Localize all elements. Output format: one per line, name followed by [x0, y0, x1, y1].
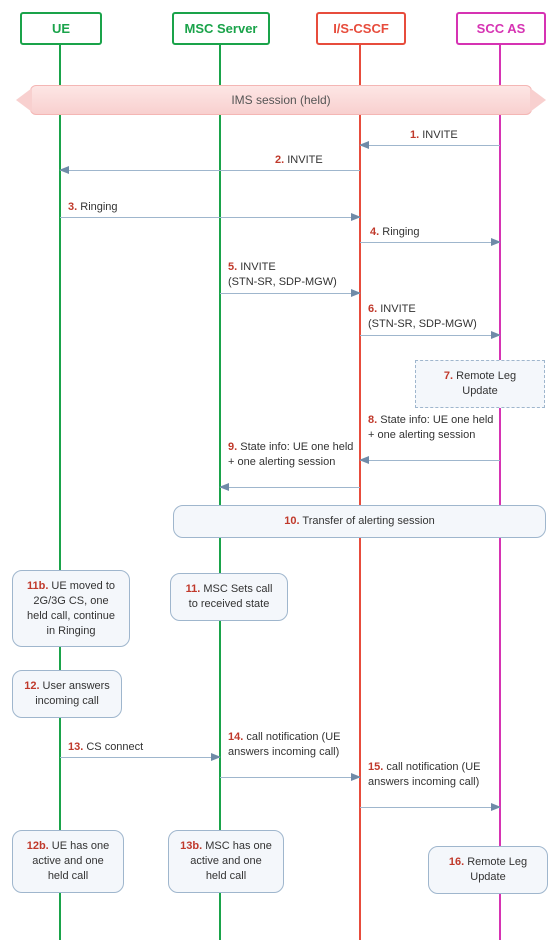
- session-held-bar: IMS session (held): [30, 85, 532, 115]
- box-12b: 12b. UE has one active and one held call: [12, 830, 124, 893]
- box-7: 7. Remote Leg Update: [415, 360, 545, 408]
- actor-cscf: I/S-CSCF: [316, 12, 406, 45]
- box-10: 10. Transfer of alerting session: [173, 505, 546, 538]
- arrow-2: [60, 170, 360, 171]
- box-16: 16. Remote Leg Update: [428, 846, 548, 894]
- arrow-14: [220, 777, 360, 778]
- arrow-9: [220, 487, 360, 488]
- box-11b: 11b. UE moved to 2G/3G CS, one held call…: [12, 570, 130, 647]
- label-6: 6. INVITE(STN-SR, SDP-MGW): [368, 302, 503, 332]
- label-13: 13. CS connect: [68, 740, 143, 755]
- arrow-1: [360, 145, 500, 146]
- label-8: 8. State info: UE one held + one alertin…: [368, 413, 498, 443]
- actor-ue: UE: [20, 12, 102, 45]
- label-15: 15. call notification (UE answers incomi…: [368, 760, 498, 790]
- actor-scc: SCC AS: [456, 12, 546, 45]
- box-13b: 13b. MSC has one active and one held cal…: [168, 830, 284, 893]
- actor-msc: MSC Server: [172, 12, 270, 45]
- label-14: 14. call notification (UE answers incomi…: [228, 730, 353, 760]
- box-12: 12. User answers incoming call: [12, 670, 122, 718]
- label-5: 5. INVITE(STN-SR, SDP-MGW): [228, 260, 358, 290]
- arrow-8: [360, 460, 500, 461]
- arrow-4: [360, 242, 500, 243]
- arrow-15: [360, 807, 500, 808]
- label-9: 9. State info: UE one held + one alertin…: [228, 440, 358, 470]
- arrow-5: [220, 293, 360, 294]
- sequence-diagram: UE MSC Server I/S-CSCF SCC AS IMS sessio…: [0, 0, 560, 948]
- label-1: 1. INVITE: [410, 128, 458, 143]
- arrow-13: [60, 757, 220, 758]
- lifeline-ue: [59, 40, 61, 940]
- label-4: 4. Ringing: [370, 225, 420, 240]
- lifeline-cscf: [359, 40, 361, 940]
- label-3: 3. Ringing: [68, 200, 118, 215]
- arrow-3: [60, 217, 360, 218]
- box-11: 11. MSC Sets call to received state: [170, 573, 288, 621]
- label-2: 2. INVITE: [275, 153, 323, 168]
- arrow-6: [360, 335, 500, 336]
